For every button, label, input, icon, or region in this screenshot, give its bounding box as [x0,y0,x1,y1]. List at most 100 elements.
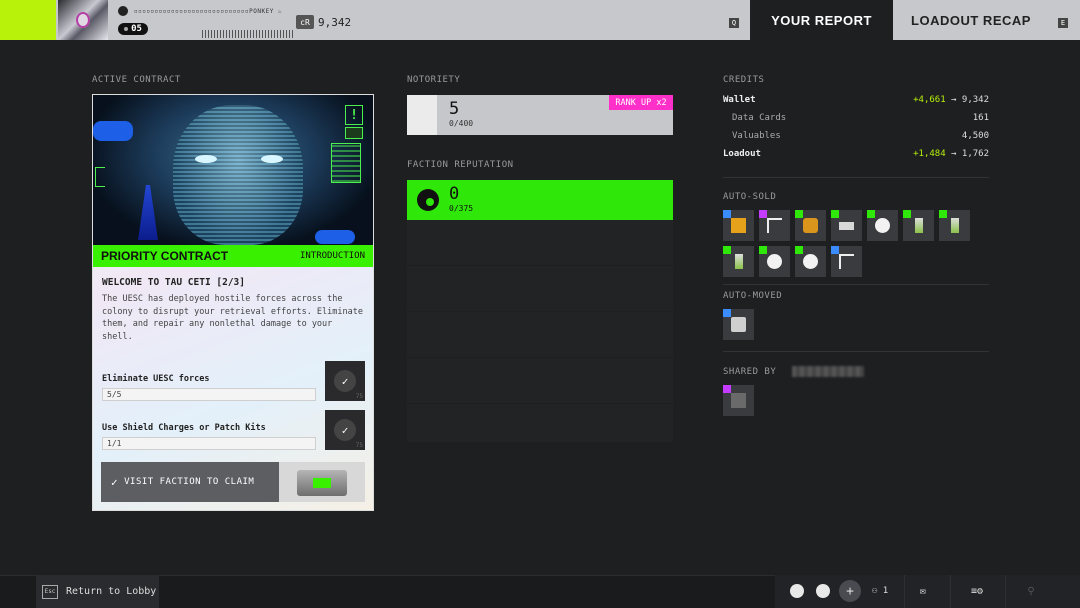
valuables-label: Valuables [732,131,781,141]
glyph-icon [839,254,854,269]
auto-sold-item[interactable] [759,210,790,241]
disabled-icon: ⚲ [1027,585,1035,597]
auto-sold-item[interactable] [831,246,862,277]
auto-sold-item[interactable] [939,210,970,241]
wallet-row: Wallet +4,661 → 9,342 [723,95,989,105]
auto-sold-item[interactable] [723,210,754,241]
eye-left [195,155,217,163]
key-hint-e: E [1058,18,1068,28]
divider [723,351,989,352]
party-count[interactable]: ⚇ 1 [866,584,894,598]
canister-icon [803,218,818,233]
scan-bubble-right [315,230,355,244]
faction-value: 0 [449,184,460,204]
rarity-marker [867,210,875,218]
notoriety-value: 5 [449,99,460,119]
objective-2-label: Use Shield Charges or Patch Kits [102,423,266,433]
chip-icon [839,222,854,230]
xp-barcode [202,30,294,38]
faction-progress: 0/375 [449,204,474,213]
objective-1-label: Eliminate UESC forces [102,374,210,384]
priority-bar: PRIORITY CONTRACT INTRODUCTION [93,245,373,267]
claim-label: VISIT FACTION TO CLAIM [124,477,255,487]
contract-description: The UESC has deployed hostile forces acr… [102,294,363,342]
party-count-value: 1 [882,586,889,596]
faction-reputation-label: FACTION REPUTATION [407,160,514,170]
rarity-marker [939,210,947,218]
hud-bracket [95,167,105,187]
objective-2-progress: 1/1 [102,437,316,450]
party-icon: ⚇ [871,586,878,596]
tab-your-report[interactable]: YOUR REPORT [750,0,893,40]
vial-icon [915,218,923,233]
hologram-face [173,105,303,245]
faction-logo-icon[interactable] [790,584,804,598]
auto-sold-item[interactable] [759,246,790,277]
data-cards-row: Data Cards 161 [723,113,989,123]
faction-logo-icon [875,218,890,233]
separator [950,575,951,608]
crate-icon [297,470,347,496]
divider [723,284,989,285]
brand-accent [0,0,56,40]
shared-item[interactable] [723,385,754,416]
rank-up-badge: RANK UP x2 [609,95,673,110]
module-icon [731,317,746,332]
avatar[interactable] [58,0,108,40]
data-cards-label: Data Cards [732,113,787,123]
alert-icon: ! [345,105,363,125]
rarity-marker [903,210,911,218]
arrow-icon: → [951,149,957,159]
shared-by-name [792,366,864,377]
auto-sold-item[interactable] [903,210,934,241]
auto-moved-label: AUTO-MOVED [723,291,783,301]
rarity-marker [759,210,767,218]
vial-icon [735,254,743,269]
rarity-marker [795,246,803,254]
visit-faction-button[interactable]: ✓ VISIT FACTION TO CLAIM [101,462,365,502]
scan-bubble-left [93,121,133,141]
faction-logo-icon [417,189,439,211]
credits-icon: cR [296,15,314,29]
wallet-total: 9,342 [961,95,989,105]
auto-sold-item[interactable] [795,210,826,241]
faction-logo-icon[interactable] [816,584,830,598]
return-to-lobby-button[interactable]: Esc Return to Lobby [36,575,159,608]
contract-card: ! PRIORITY CONTRACT INTRODUCTION WELCOME… [92,94,374,511]
separator [1005,575,1006,608]
rarity-marker [759,246,767,254]
auto-sold-item[interactable] [831,210,862,241]
shared-by-label: SHARED BY [723,367,777,377]
esc-key-icon: Esc [42,584,58,599]
auto-sold-item[interactable] [723,246,754,277]
auto-sold-item[interactable] [867,210,898,241]
level-badge: 05 [118,23,148,35]
auto-moved-item[interactable] [723,309,754,340]
auto-sold-item[interactable] [795,246,826,277]
key-hint-q: Q [729,18,739,28]
reward-crate-image [279,462,365,502]
loadout-row: Loadout +1,484 → 1,762 [723,149,989,159]
player-name: ▫▫▫▫▫▫▫▫▫▫▫▫▫▫▫▫▫▫▫▫▫▫▫▫▫▫▫▫PONKEY ♨ [134,7,283,15]
priority-title: PRIORITY CONTRACT [101,249,229,263]
tab-loadout-recap[interactable]: LOADOUT RECAP [893,0,1049,40]
settings-icon[interactable]: ≡⚙ [968,584,986,598]
valuables-row: Valuables 4,500 [723,131,989,141]
loadout-gain: +1,484 [913,149,946,159]
mail-icon[interactable]: ✉ [916,584,930,598]
loadout-total: 1,762 [961,149,989,159]
crate-icon [731,218,746,233]
credits-value: 9,342 [318,16,352,29]
rarity-marker [831,246,839,254]
data-cards-value: 161 [972,113,989,123]
notoriety-progress: 0/400 [449,119,474,128]
separator [904,575,905,608]
add-friend-button[interactable]: + [839,580,861,602]
faction-rows [407,220,673,442]
faction-logo-icon [767,254,782,269]
faction-small-icon [345,127,363,139]
faction-bar: 0 0/375 [407,180,673,220]
return-to-lobby-label: Return to Lobby [66,586,157,597]
eye-right [261,155,283,163]
steam-icon [118,6,128,16]
